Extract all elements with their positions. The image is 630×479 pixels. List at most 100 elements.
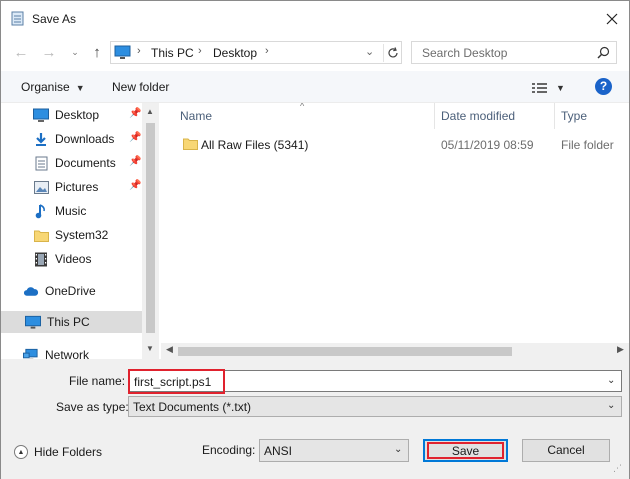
nav-item-desktop[interactable]: Desktop 📌	[33, 104, 142, 126]
horizontal-scrollbar[interactable]: ◀ ▶	[161, 343, 629, 359]
nav-item-onedrive[interactable]: OneDrive	[23, 280, 142, 302]
organise-menu[interactable]: Organise ▼	[21, 80, 85, 94]
nav-item-network[interactable]: Network	[23, 344, 142, 359]
column-name[interactable]: Name	[180, 109, 212, 123]
chevron-down-icon: ⌄	[71, 46, 79, 57]
forward-arrow-icon: →	[41, 43, 57, 61]
pictures-icon	[33, 179, 49, 195]
address-dropdown-icon[interactable]: ⌄	[365, 45, 374, 58]
breadcrumb-this-pc[interactable]: This PC	[151, 46, 194, 60]
resize-grip-icon[interactable]: ⋰	[613, 463, 622, 474]
forward-button[interactable]: →	[39, 42, 59, 62]
file-list: ^ Name Date modified Type All Raw Files …	[161, 103, 629, 359]
save-button[interactable]: Save	[423, 439, 508, 462]
file-name-label: File name:	[69, 374, 126, 388]
details-view-icon	[532, 83, 547, 93]
folder-icon	[33, 227, 49, 243]
video-icon	[33, 251, 49, 267]
encoding-select[interactable]: ANSI ⌄	[259, 439, 409, 462]
scrollbar-thumb[interactable]	[146, 123, 155, 333]
nav-scrollbar[interactable]: ▲ ▼	[142, 103, 159, 359]
breadcrumb-separator: ›	[198, 45, 202, 57]
notepad-icon	[11, 11, 25, 26]
recent-locations-button[interactable]: ⌄	[65, 42, 85, 62]
nav-item-label: This PC	[47, 315, 90, 329]
nav-item-label: Network	[45, 348, 90, 359]
scroll-left-icon[interactable]: ◀	[166, 344, 173, 355]
nav-item-label: Downloads	[55, 132, 115, 146]
music-icon	[33, 203, 49, 219]
back-button[interactable]: ←	[11, 42, 31, 62]
search-icon	[597, 46, 610, 62]
download-icon	[33, 131, 49, 147]
back-arrow-icon: ←	[13, 43, 29, 61]
chevron-down-icon[interactable]: ⌄	[607, 375, 615, 386]
nav-item-label: Videos	[55, 252, 92, 266]
column-date-modified[interactable]: Date modified	[441, 109, 515, 123]
save-as-type-select[interactable]: Text Documents (*.txt) ⌄	[128, 396, 622, 417]
organise-label: Organise	[21, 80, 70, 94]
nav-item-documents[interactable]: Documents 📌	[33, 152, 142, 174]
cancel-button[interactable]: Cancel	[522, 439, 610, 462]
pin-icon: 📌	[129, 180, 142, 191]
nav-item-label: OneDrive	[45, 284, 96, 298]
file-name: All Raw Files (5341)	[201, 138, 309, 152]
scroll-down-icon[interactable]: ▼	[146, 344, 154, 353]
address-bar[interactable]: › This PC › Desktop › ⌄	[110, 41, 402, 64]
search-placeholder: Search Desktop	[422, 46, 508, 60]
folder-icon	[183, 137, 198, 153]
new-folder-button[interactable]: New folder	[112, 80, 169, 94]
close-button[interactable]	[599, 7, 625, 31]
nav-item-system32[interactable]: System32	[33, 224, 142, 246]
breadcrumb-desktop[interactable]: Desktop	[213, 46, 257, 60]
hide-folders-label: Hide Folders	[34, 445, 103, 459]
scroll-up-icon[interactable]: ▲	[146, 107, 154, 116]
save-as-dialog: Save As ← → ⌄ ↑ › This PC › Desktop › ⌄ …	[0, 0, 630, 479]
save-as-type-value: Text Documents (*.txt)	[133, 400, 252, 414]
column-divider[interactable]	[434, 103, 435, 129]
breadcrumb-separator: ›	[265, 45, 269, 57]
file-row[interactable]: All Raw Files (5341) 05/11/2019 08:59 Fi…	[177, 135, 629, 155]
save-form: File name: first_script.ps1 ⌄ Save as ty…	[1, 359, 629, 479]
nav-item-label: Documents	[55, 156, 116, 170]
nav-item-downloads[interactable]: Downloads 📌	[33, 128, 142, 150]
up-button[interactable]: ↑	[87, 42, 107, 62]
nav-item-label: Music	[55, 204, 87, 218]
change-view-button[interactable]: ▼	[532, 79, 572, 97]
encoding-label: Encoding:	[202, 443, 256, 457]
nav-item-label: Desktop	[55, 108, 100, 122]
navigation-pane: Desktop 📌 Downloads 📌 Documents 📌 Pictur…	[1, 103, 159, 359]
nav-item-videos[interactable]: Videos	[33, 248, 142, 270]
caret-down-icon: ▼	[75, 83, 85, 93]
sort-ascending-icon: ^	[300, 103, 305, 111]
command-bar: Organise ▼ New folder ▼ ?	[1, 71, 629, 103]
scrollbar-thumb[interactable]	[178, 347, 512, 356]
chevron-down-icon: ⌄	[394, 444, 403, 455]
computer-icon	[25, 314, 41, 330]
up-arrow-icon: ↑	[93, 43, 101, 61]
scroll-right-icon[interactable]: ▶	[617, 344, 624, 355]
help-button[interactable]: ?	[595, 78, 612, 95]
save-as-type-label: Save as type:	[56, 400, 129, 414]
column-type[interactable]: Type	[561, 109, 587, 123]
file-name-value: first_script.ps1	[134, 375, 212, 389]
file-type: File folder	[561, 138, 614, 152]
column-header: ^ Name Date modified Type	[161, 103, 629, 129]
chevron-up-icon: ▲	[14, 445, 28, 459]
nav-item-label: Pictures	[55, 180, 99, 194]
nav-item-label: System32	[55, 228, 109, 242]
hide-folders-button[interactable]: ▲ Hide Folders	[14, 445, 102, 459]
file-name-input[interactable]: first_script.ps1 ⌄	[128, 369, 622, 394]
caret-down-icon: ▼	[556, 83, 565, 93]
search-input[interactable]: Search Desktop	[411, 41, 617, 64]
column-divider[interactable]	[554, 103, 555, 129]
nav-item-pictures[interactable]: Pictures 📌	[33, 176, 142, 198]
refresh-button[interactable]	[383, 44, 401, 62]
pin-icon: 📌	[129, 108, 142, 119]
nav-item-this-pc[interactable]: This PC	[1, 311, 142, 333]
window-title: Save As	[32, 12, 77, 26]
nav-item-music[interactable]: Music	[33, 200, 142, 222]
chevron-down-icon: ⌄	[607, 400, 616, 411]
document-icon	[33, 155, 49, 171]
encoding-value: ANSI	[264, 444, 293, 458]
